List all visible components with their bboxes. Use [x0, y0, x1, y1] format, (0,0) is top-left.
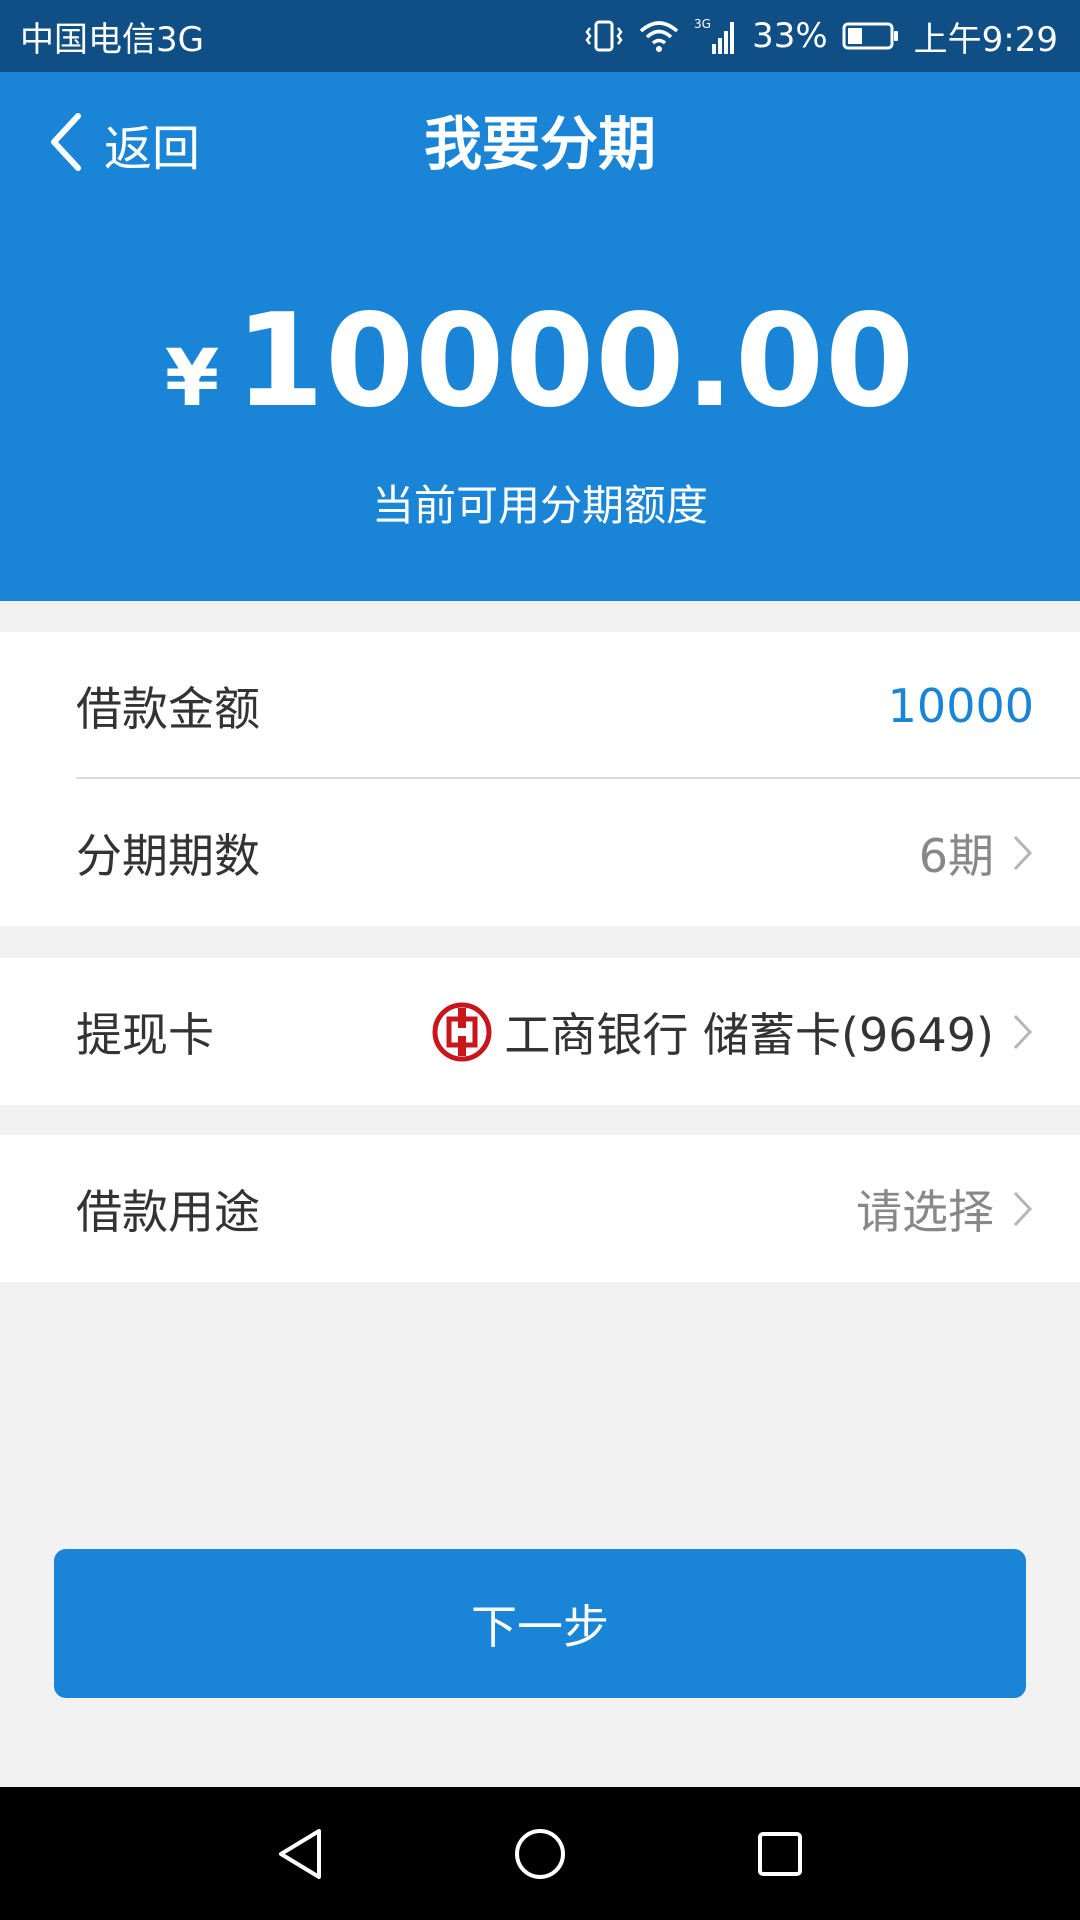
withdraw-card-label: 提现卡: [76, 1007, 214, 1062]
header: 返回 我要分期 ¥ 10000.00 当前可用分期额度: [0, 72, 1080, 601]
loan-purpose-label: 借款用途: [76, 1184, 260, 1239]
battery-percent: 33%: [752, 16, 828, 56]
status-indicators: 3G 33% 上午9:29: [584, 12, 1058, 61]
page-title: 我要分期: [423, 110, 656, 178]
chevron-right-icon: [1012, 1189, 1034, 1229]
purpose-section: 借款用途 请选择: [0, 1135, 1080, 1282]
battery-icon: [842, 21, 900, 51]
loan-amount-label: 借款金额: [76, 681, 260, 736]
vibrate-icon: [584, 18, 624, 54]
chevron-right-icon: [1012, 1012, 1034, 1052]
loan-section: 借款金额 10000 分期期数 6期: [0, 632, 1080, 926]
next-step-button[interactable]: 下一步: [54, 1549, 1026, 1698]
card-section: 提现卡 工商银行 储蓄卡(9649): [0, 958, 1080, 1105]
wifi-icon: [638, 19, 680, 53]
nav-home-icon[interactable]: [495, 1809, 585, 1899]
nav-bar: 返回 我要分期: [0, 72, 1080, 214]
network-tag: 3G: [694, 17, 711, 31]
installments-value-wrap: 6期: [919, 820, 1034, 886]
chevron-right-icon: [1012, 833, 1034, 873]
loan-purpose-row[interactable]: 借款用途 请选择: [0, 1135, 1080, 1282]
clock: 上午9:29: [913, 19, 1058, 60]
icbc-logo-icon: [432, 1002, 492, 1062]
withdraw-card-value: 工商银行 储蓄卡(9649): [504, 1007, 994, 1062]
available-amount: 10000.00: [235, 287, 916, 436]
screen: 中国电信3G 3G 33% 上午9:29 返回 我要分期 ¥ 10000.00 …: [0, 0, 1080, 1920]
loan-purpose-value: 请选择: [856, 1184, 994, 1239]
status-bar: 中国电信3G 3G 33% 上午9:29: [0, 0, 1080, 72]
installments-label: 分期期数: [76, 828, 260, 883]
nav-recents-icon[interactable]: [735, 1809, 825, 1899]
currency-symbol: ¥: [164, 334, 220, 424]
amount-caption: 当前可用分期额度: [371, 481, 708, 530]
installments-row[interactable]: 分期期数 6期: [0, 779, 1080, 926]
installments-value: 6期: [918, 828, 994, 883]
withdraw-card-value-wrap: 工商银行 储蓄卡(9649): [432, 999, 1034, 1065]
available-amount-display: ¥ 10000.00: [0, 287, 1080, 436]
withdraw-card-row[interactable]: 提现卡 工商银行 储蓄卡(9649): [0, 958, 1080, 1105]
loan-amount-input[interactable]: 10000: [888, 679, 1034, 733]
loan-purpose-value-wrap: 请选择: [856, 1176, 1034, 1242]
nav-back-icon[interactable]: [255, 1809, 345, 1899]
loan-amount-row[interactable]: 借款金额 10000: [0, 632, 1080, 779]
signal-icon: 3G: [694, 16, 738, 56]
carrier-label: 中国电信3G: [20, 19, 204, 60]
system-nav-bar: [0, 1787, 1080, 1920]
